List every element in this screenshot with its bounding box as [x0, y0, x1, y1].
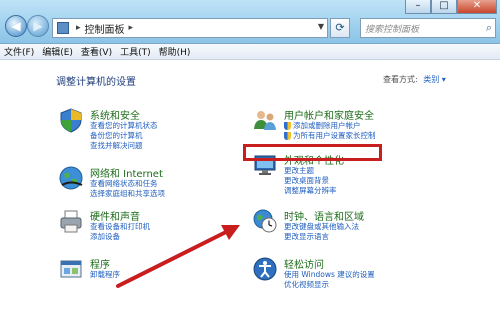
page-title: 调整计算机的设置 [56, 77, 136, 88]
link-optimize-visual[interactable]: 优化视频显示 [284, 280, 375, 290]
chevron-down-icon[interactable]: ▼ [318, 22, 324, 31]
users-icon [254, 111, 276, 130]
forward-button[interactable]: ▶ [27, 15, 49, 37]
link-add-remove-accounts[interactable]: 添加或删除用户帐户 [284, 121, 376, 131]
accessibility-icon [253, 257, 277, 281]
link-change-background[interactable]: 更改桌面背景 [284, 176, 337, 186]
link-devices-printers[interactable]: 查看设备和打印机 [90, 222, 150, 232]
view-by-label: 查看方式: [383, 75, 418, 84]
category-title[interactable]: 程序 [90, 256, 110, 271]
search-placeholder: 搜索控制面板 [365, 25, 420, 35]
link-add-device[interactable]: 添加设备 [90, 232, 150, 242]
control-panel-icon [57, 22, 69, 34]
highlight-box [243, 144, 382, 161]
category-title[interactable]: 硬件和声音 [90, 208, 140, 223]
view-by: 查看方式: 类别 ▾ [383, 74, 446, 85]
menu-bar: 文件(F) 编辑(E) 查看(V) 工具(T) 帮助(H) [0, 44, 500, 60]
address-bar[interactable]: ▸ 控制面板 ▸ ▼ [52, 18, 328, 38]
search-input[interactable]: 搜索控制面板 ⌕ [360, 18, 496, 38]
printer-icon [60, 210, 82, 233]
link-backup-computer[interactable]: 备份您的计算机 [90, 131, 158, 141]
chevron-right-icon[interactable]: ▸ [76, 23, 81, 33]
close-button[interactable]: ✕ [457, 0, 497, 14]
link-parental-controls[interactable]: 为所有用户设置家长控制 [284, 131, 376, 141]
link-homegroup-sharing[interactable]: 选择家庭组和共享选项 [90, 189, 165, 199]
link-view-computer-status[interactable]: 查看您的计算机状态 [90, 121, 158, 131]
category-title[interactable]: 网络和 Internet [90, 165, 163, 180]
menu-tools[interactable]: 工具(T) [120, 45, 151, 58]
menu-view[interactable]: 查看(V) [81, 45, 112, 58]
view-by-dropdown[interactable]: 类别 ▾ [423, 75, 446, 84]
uac-shield-icon [284, 132, 291, 140]
category-title[interactable]: 系统和安全 [90, 107, 140, 122]
programs-icon [60, 260, 82, 278]
refresh-icon: ⟳ [335, 21, 345, 34]
link-change-theme[interactable]: 更改主题 [284, 166, 337, 176]
category-title[interactable]: 时钟、语言和区域 [284, 208, 364, 223]
globe-network-icon [59, 166, 83, 190]
link-troubleshoot[interactable]: 查找并解决问题 [90, 141, 158, 151]
link-view-network-status[interactable]: 查看网络状态和任务 [90, 179, 165, 189]
control-panel-content: 调整计算机的设置 查看方式: 类别 ▾ 系统和安全 查看您的计算机状态 备份您的… [0, 61, 500, 320]
back-button[interactable]: ◀ [5, 15, 27, 37]
menu-help[interactable]: 帮助(H) [159, 45, 191, 58]
link-uninstall-program[interactable]: 卸载程序 [90, 270, 120, 280]
clock-globe-icon [253, 209, 277, 233]
search-icon[interactable]: ⌕ [486, 21, 492, 35]
title-bar: ◀ ▶ – □ ✕ ▸ 控制面板 ▸ ▼ ⟳ 搜索控制面板 ⌕ [0, 0, 500, 44]
link-change-display-language[interactable]: 更改显示语言 [284, 232, 359, 242]
link-change-keyboard[interactable]: 更改键盘或其他输入法 [284, 222, 359, 232]
minimize-button[interactable]: – [405, 0, 431, 14]
menu-file[interactable]: 文件(F) [4, 45, 34, 58]
link-screen-resolution[interactable]: 调整屏幕分辨率 [284, 186, 337, 196]
category-title[interactable]: 轻松访问 [284, 256, 324, 271]
refresh-button[interactable]: ⟳ [330, 18, 350, 38]
chevron-right-icon[interactable]: ▸ [129, 23, 134, 33]
menu-edit[interactable]: 编辑(E) [42, 45, 73, 58]
shield-checklist-icon [60, 108, 82, 133]
link-recommended-settings[interactable]: 使用 Windows 建议的设置 [284, 270, 375, 280]
breadcrumb-control-panel[interactable]: 控制面板 [85, 21, 125, 36]
uac-shield-icon [284, 122, 291, 130]
maximize-button[interactable]: □ [431, 0, 457, 14]
category-title[interactable]: 用户帐户和家庭安全 [284, 107, 374, 122]
